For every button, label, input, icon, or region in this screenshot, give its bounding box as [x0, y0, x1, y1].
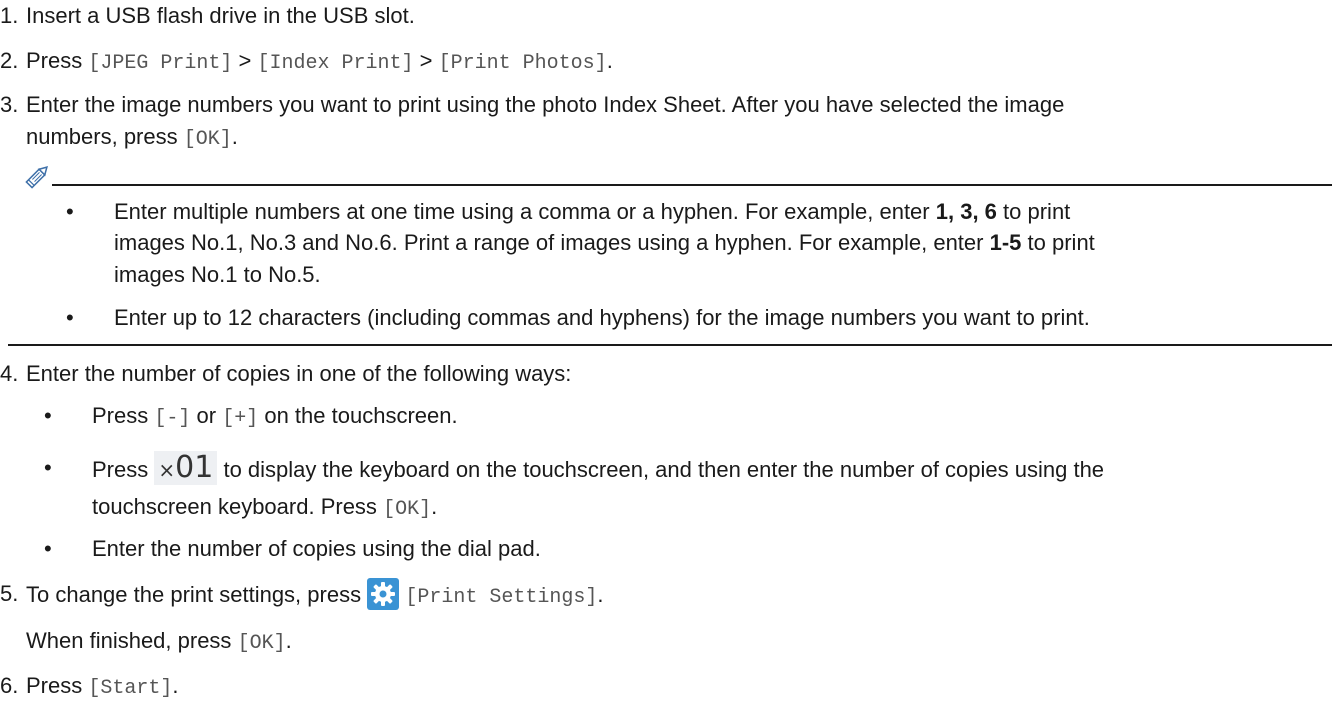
- note-bold: 1, 3, 6: [935, 199, 997, 224]
- step-number: 4.: [0, 361, 19, 386]
- menu-index-print: [Index Print]: [257, 52, 414, 75]
- option-text: to display the keyboard on the touchscre…: [223, 456, 1105, 482]
- period: .: [285, 628, 292, 653]
- option-text: or: [196, 403, 217, 428]
- gear-icon: [367, 578, 400, 610]
- option-text: on the touchscreen.: [264, 403, 458, 428]
- note-text: to print: [1003, 199, 1071, 224]
- step-text: When finished, press: [26, 628, 232, 653]
- step-text: Enter the image numbers you want to prin…: [26, 92, 1065, 117]
- pencil-icon: [22, 162, 52, 192]
- option-text: Enter the number of copies using the dia…: [92, 536, 541, 561]
- bullet-dot: •: [44, 536, 52, 561]
- period: .: [231, 124, 238, 149]
- step-number: 1.: [0, 3, 19, 28]
- option-text: touchscreen keyboard. Press: [92, 494, 377, 519]
- step-text: Press: [26, 48, 83, 73]
- step-text: To change the print settings, press: [26, 581, 362, 607]
- menu-ok: [OK]: [183, 128, 232, 151]
- period: .: [172, 673, 179, 698]
- copies-option-2-line-2: touchscreen keyboard. Press [OK].: [92, 493, 437, 524]
- menu-print-settings: [Print Settings]: [405, 585, 598, 609]
- menu-jpeg-print: [JPEG Print]: [88, 52, 233, 75]
- note-bottom-rule: [8, 344, 1332, 346]
- period: .: [597, 581, 604, 607]
- step-text: numbers, press: [26, 124, 178, 149]
- copies-count-display: ×01: [154, 451, 218, 485]
- note-top-rule: [52, 184, 1332, 186]
- step-number: 5.: [0, 581, 19, 606]
- bullet-dot: •: [44, 403, 52, 428]
- note-text: images No.1, No.3 and No.6. Print a rang…: [114, 230, 984, 255]
- plus-key: [+]: [222, 407, 259, 430]
- step-text: Enter the number of copies in one of the…: [26, 361, 572, 386]
- bullet-dot: •: [66, 305, 74, 330]
- step-number: 3.: [0, 92, 19, 117]
- note-bullet-1-line-3: images No.1 to No.5.: [114, 261, 321, 289]
- note-text: images No.1 to No.5.: [114, 262, 321, 287]
- menu-ok: [OK]: [383, 498, 432, 521]
- bullet-dot: •: [44, 455, 52, 480]
- menu-start: [Start]: [88, 677, 173, 700]
- menu-print-photos: [Print Photos]: [438, 52, 607, 75]
- period: .: [431, 494, 438, 519]
- step-number: 2.: [0, 48, 19, 73]
- step-5-finished: When finished, press [OK].: [26, 627, 292, 658]
- period: .: [606, 48, 613, 73]
- minus-key: [-]: [154, 407, 191, 430]
- note-text: to print: [1027, 230, 1095, 255]
- bullet-dot: •: [66, 199, 74, 224]
- separator: >: [419, 48, 433, 73]
- step-3-line-2: numbers, press [OK].: [26, 123, 238, 154]
- menu-ok: [OK]: [237, 632, 286, 655]
- step-text: Insert a USB flash drive in the USB slot…: [26, 3, 415, 28]
- step-number: 6.: [0, 673, 19, 698]
- note-text: Enter multiple numbers at one time using…: [114, 199, 930, 224]
- note-bullet-1-line-2: images No.1, No.3 and No.6. Print a rang…: [114, 229, 1095, 257]
- option-text: Press: [92, 403, 149, 428]
- step-text: Press: [26, 673, 83, 698]
- separator: >: [238, 48, 252, 73]
- note-text: Enter up to 12 characters (including com…: [114, 305, 1090, 330]
- option-text: Press: [92, 456, 149, 482]
- note-bold: 1-5: [989, 230, 1022, 255]
